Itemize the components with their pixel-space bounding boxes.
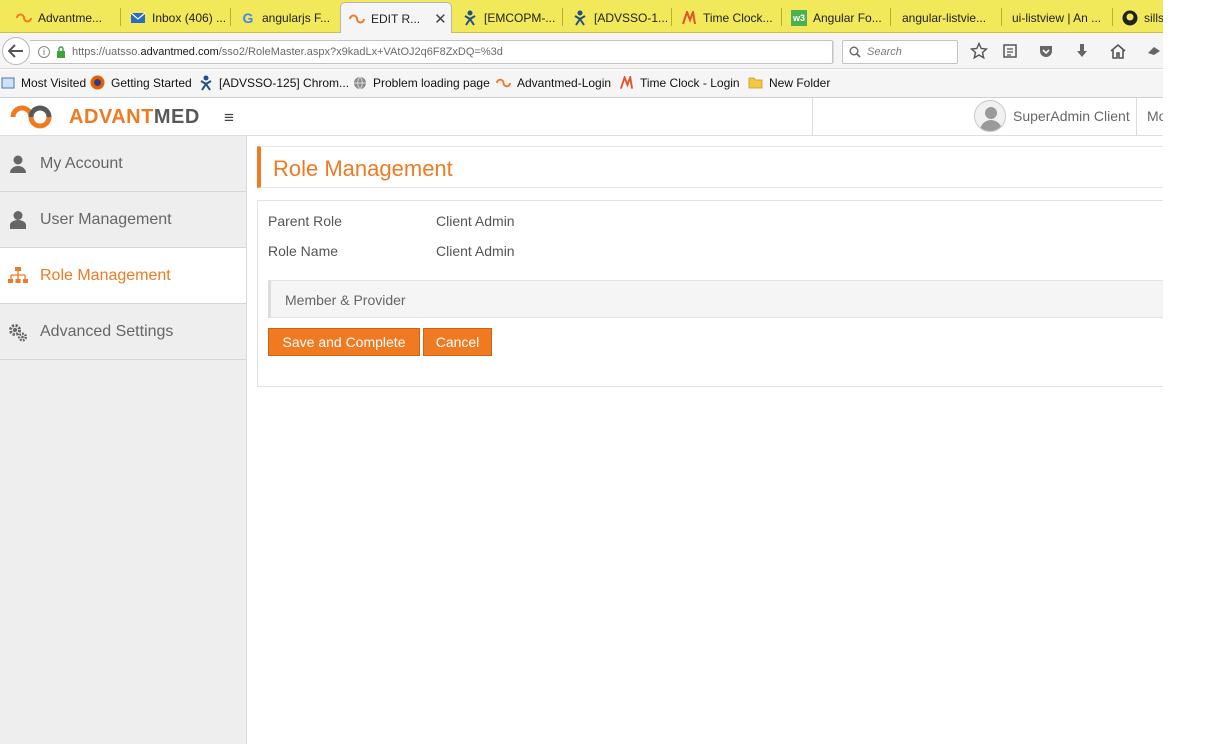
- tab-google[interactable]: G angularjs F...: [232, 2, 338, 33]
- sidebar-item-my-account[interactable]: My Account: [0, 136, 246, 192]
- tab-ui-listview[interactable]: ui-listview | An ...: [1004, 2, 1110, 33]
- search-icon: [849, 46, 861, 58]
- role-form-panel: Parent Role Client Admin Role Name Clien…: [257, 200, 1163, 387]
- tab-advantmed[interactable]: Advantme...: [8, 2, 120, 33]
- github-icon: [1122, 10, 1138, 26]
- w3-icon: w3: [791, 9, 807, 26]
- timeclock-icon: [681, 10, 697, 26]
- address-bar[interactable]: i https://uatsso.advantmed.com/sso2/Role…: [30, 40, 854, 64]
- header-more-menu[interactable]: Mo: [1147, 108, 1163, 124]
- user-icon: [8, 153, 28, 175]
- save-and-complete-button[interactable]: Save and Complete: [268, 328, 420, 356]
- bookmark-problem-loading[interactable]: Problem loading page: [352, 75, 490, 90]
- close-tab-icon[interactable]: ✕: [434, 10, 447, 28]
- role-name-label: Role Name: [268, 243, 339, 259]
- sidebar: My Account User Management Role Manageme…: [0, 136, 247, 744]
- lock-icon: [56, 46, 66, 58]
- hierarchy-icon: [8, 265, 28, 287]
- browser-window: Advantme... Inbox (406) ... G angularjs …: [0, 0, 1163, 744]
- bookmarks-toolbar: Most Visited Getting Started [ADVSSO-125…: [0, 70, 1163, 98]
- bookmark-star-icon[interactable]: [970, 42, 988, 60]
- timeclock-icon: [619, 75, 634, 90]
- tab-angular-forms[interactable]: w3 Angular Fo...: [783, 2, 889, 33]
- avatar[interactable]: [974, 100, 1006, 132]
- parent-role-value: Client Admin: [436, 213, 515, 229]
- tab-strip: Advantme... Inbox (406) ... G angularjs …: [0, 0, 1163, 34]
- bookmark-time-clock[interactable]: Time Clock - Login: [619, 75, 740, 90]
- home-icon[interactable]: [1109, 42, 1127, 60]
- sidebar-item-advanced-settings[interactable]: Advanced Settings: [0, 304, 246, 360]
- sidebar-item-role-management[interactable]: Role Management: [0, 248, 246, 304]
- info-icon[interactable]: i: [38, 46, 50, 58]
- app-header: ADVANTMED ≡ SuperAdmin Client Mo: [0, 98, 1163, 136]
- page-title: Role Management: [273, 156, 453, 181]
- globe-icon: [352, 75, 367, 90]
- bookmark-getting-started[interactable]: Getting Started: [90, 75, 192, 90]
- bookmark-most-visited[interactable]: Most Visited: [0, 75, 86, 90]
- bookmark-advantmed-login[interactable]: Advantmed-Login: [496, 75, 611, 90]
- jira-icon: [572, 10, 588, 26]
- url-text: https://uatsso.advantmed.com/sso2/RoleMa…: [72, 46, 503, 58]
- jira-icon: [462, 10, 478, 26]
- tab-advsso[interactable]: [ADVSSO-1...: [564, 2, 670, 33]
- mail-icon: [130, 10, 146, 26]
- parent-role-label: Parent Role: [268, 213, 342, 229]
- pocket-icon[interactable]: [1037, 42, 1055, 60]
- download-icon[interactable]: [1073, 42, 1091, 60]
- bookmark-new-folder[interactable]: New Folder: [748, 75, 830, 90]
- cancel-button[interactable]: Cancel: [423, 328, 492, 356]
- advantmed-logo[interactable]: ADVANTMED: [5, 103, 200, 131]
- advantmed-icon: [496, 75, 511, 90]
- tab-github[interactable]: sills: [1114, 2, 1163, 33]
- main-content: Role Management Parent Role Client Admin…: [247, 136, 1163, 744]
- extension-icon[interactable]: [1145, 42, 1163, 60]
- bookmark-advsso-125[interactable]: [ADVSSO-125] Chrom...: [198, 75, 349, 91]
- search-input[interactable]: Search: [842, 40, 958, 64]
- page-title-bar: Role Management: [257, 146, 1163, 188]
- logo-mark-icon: [10, 105, 52, 129]
- member-provider-section[interactable]: Member & Provider: [268, 280, 1163, 318]
- google-icon: G: [242, 9, 254, 26]
- tab-time-clock[interactable]: Time Clock...: [673, 2, 781, 33]
- users-icon: [8, 209, 28, 231]
- back-button[interactable]: [2, 37, 30, 65]
- sidebar-item-user-management[interactable]: User Management: [0, 192, 246, 248]
- tab-emcopm[interactable]: [EMCOPM-...: [454, 2, 560, 33]
- tab-inbox[interactable]: Inbox (406) ...: [122, 2, 230, 33]
- advantmed-icon: [349, 11, 365, 27]
- user-menu[interactable]: SuperAdmin Client: [1013, 108, 1130, 124]
- reading-list-icon[interactable]: [1001, 42, 1019, 60]
- advantmed-icon: [16, 10, 32, 26]
- folder-icon: [748, 75, 763, 90]
- firefox-icon: [90, 75, 105, 90]
- tab-edit-role[interactable]: EDIT R... ✕: [340, 2, 452, 34]
- navigation-toolbar: i https://uatsso.advantmed.com/sso2/Role…: [0, 33, 1163, 69]
- gears-icon: [8, 321, 28, 343]
- tab-angular-listview[interactable]: angular-listvie...: [894, 2, 1000, 33]
- page-icon: [0, 75, 15, 90]
- arrow-left-icon: [8, 44, 23, 58]
- jira-icon: [198, 75, 213, 91]
- role-name-value: Client Admin: [436, 243, 515, 259]
- menu-toggle-icon[interactable]: ≡: [224, 108, 234, 128]
